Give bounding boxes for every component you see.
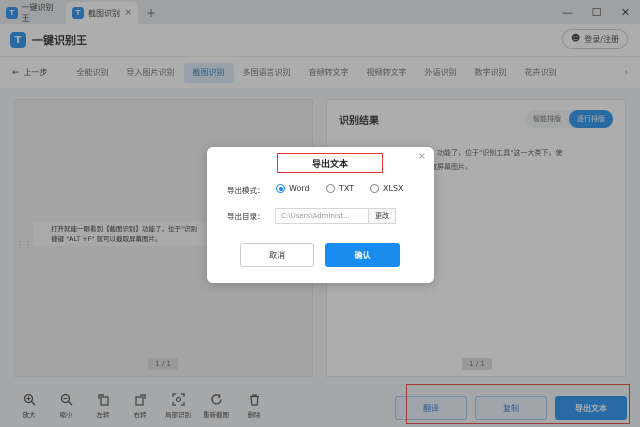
radio-txt[interactable]: TXT [326,184,354,193]
export-dir-label: 导出目录： [227,212,265,221]
radio-checked-icon [276,184,285,193]
radio-word[interactable]: Word [276,184,310,193]
radio-label: XLSX [383,184,404,193]
radio-xlsx[interactable]: XLSX [370,184,404,193]
radio-label: Word [289,184,310,193]
radio-unchecked-icon [370,184,379,193]
change-dir-button[interactable]: 更改 [368,208,396,224]
close-icon[interactable]: × [418,151,426,162]
radio-label: TXT [339,184,355,193]
cancel-button[interactable]: 取消 [240,243,314,267]
export-mode-label: 导出模式： [227,186,265,195]
export-path-field[interactable]: C:\Users\Administ... [275,208,369,224]
radio-unchecked-icon [326,184,335,193]
confirm-button[interactable]: 确认 [325,243,400,267]
dialog-title: 导出文本 [277,153,383,173]
export-dialog: 导出文本 × 导出模式： Word TXT XLSX 导出目录： C:\User… [207,147,434,283]
